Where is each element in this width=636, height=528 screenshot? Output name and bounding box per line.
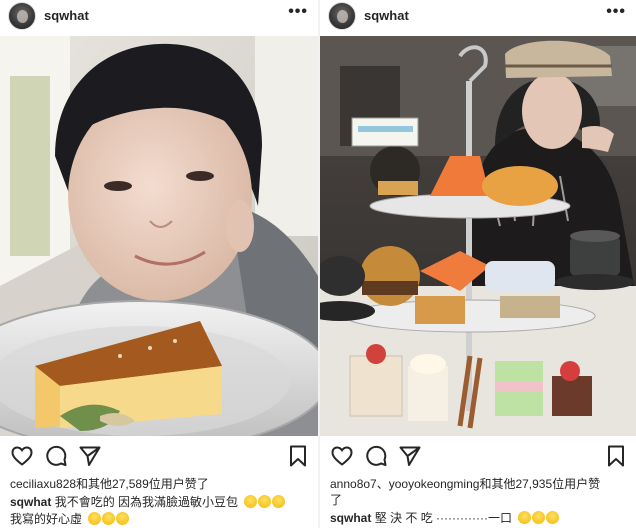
- post-header: sqwhat •••: [0, 0, 318, 34]
- post-photo[interactable]: [320, 36, 636, 436]
- comment-icon[interactable]: [364, 444, 388, 468]
- post-username[interactable]: sqwhat: [44, 8, 89, 23]
- paper-plane-icon[interactable]: [78, 444, 102, 468]
- caption-username[interactable]: sqwhat: [10, 495, 51, 509]
- grinning-sweat-emoji: [102, 512, 116, 525]
- caption-text: 我不會吃的 因為我滿臉過敏小豆包: [54, 495, 239, 509]
- post-photo[interactable]: [0, 36, 318, 436]
- post-actions-bar: [320, 444, 636, 470]
- afternoon-tea-image: [320, 36, 636, 436]
- likes-text: anno8o7、yooyokeongming和其他27,935位用户赞: [330, 477, 601, 491]
- grinning-sweat-emoji: [532, 511, 546, 524]
- caption-line-2: 我寫的好心虛: [10, 511, 314, 527]
- selfie-with-pudding-image: [0, 36, 318, 436]
- emoji-group: [88, 511, 130, 527]
- likes-summary-line-2: 了: [330, 492, 632, 508]
- profile-avatar[interactable]: [328, 2, 356, 30]
- profile-avatar[interactable]: [8, 2, 36, 30]
- comment-icon[interactable]: [44, 444, 68, 468]
- bookmark-icon[interactable]: [604, 444, 628, 468]
- more-options-icon[interactable]: •••: [606, 3, 626, 21]
- post-header: sqwhat •••: [320, 0, 636, 34]
- likes-text-2: 了: [330, 493, 343, 507]
- heart-icon[interactable]: [10, 444, 34, 468]
- likes-text: ceciliaxu828和其他27,589位用户赞了: [10, 477, 209, 491]
- grinning-sweat-emoji: [88, 512, 102, 525]
- paper-plane-icon[interactable]: [398, 444, 422, 468]
- likes-summary[interactable]: ceciliaxu828和其他27,589位用户赞了: [10, 476, 314, 492]
- instagram-post-right: sqwhat ••• anno8o7、yooyokeongming和其他27,9…: [320, 0, 636, 528]
- grinning-sweat-emoji: [518, 511, 532, 524]
- grinning-sweat-emoji: [116, 512, 130, 525]
- post-actions-bar: [0, 444, 318, 470]
- bookmark-icon[interactable]: [286, 444, 310, 468]
- emoji-group: [244, 494, 286, 510]
- caption: sqwhat 我不會吃的 因為我滿臉過敏小豆包: [10, 494, 314, 510]
- grinning-sweat-emoji: [272, 495, 286, 508]
- emoji-group: [518, 510, 560, 526]
- caption-text: 堅 決 不 吃 ·············一口: [374, 511, 512, 525]
- likes-summary[interactable]: anno8o7、yooyokeongming和其他27,935位用户赞: [330, 476, 632, 492]
- more-options-icon[interactable]: •••: [288, 3, 308, 21]
- grinning-sweat-emoji: [244, 495, 258, 508]
- instagram-post-left: sqwhat ••• ceciliaxu828和其他27,589位用户赞了 sq…: [0, 0, 318, 528]
- caption-username[interactable]: sqwhat: [330, 511, 371, 525]
- heart-icon[interactable]: [330, 444, 354, 468]
- grinning-sweat-emoji: [258, 495, 272, 508]
- caption-text-2: 我寫的好心虛: [10, 512, 83, 526]
- post-username[interactable]: sqwhat: [364, 8, 409, 23]
- grinning-sweat-emoji: [546, 511, 560, 524]
- caption: sqwhat 堅 決 不 吃 ·············一口: [330, 510, 632, 526]
